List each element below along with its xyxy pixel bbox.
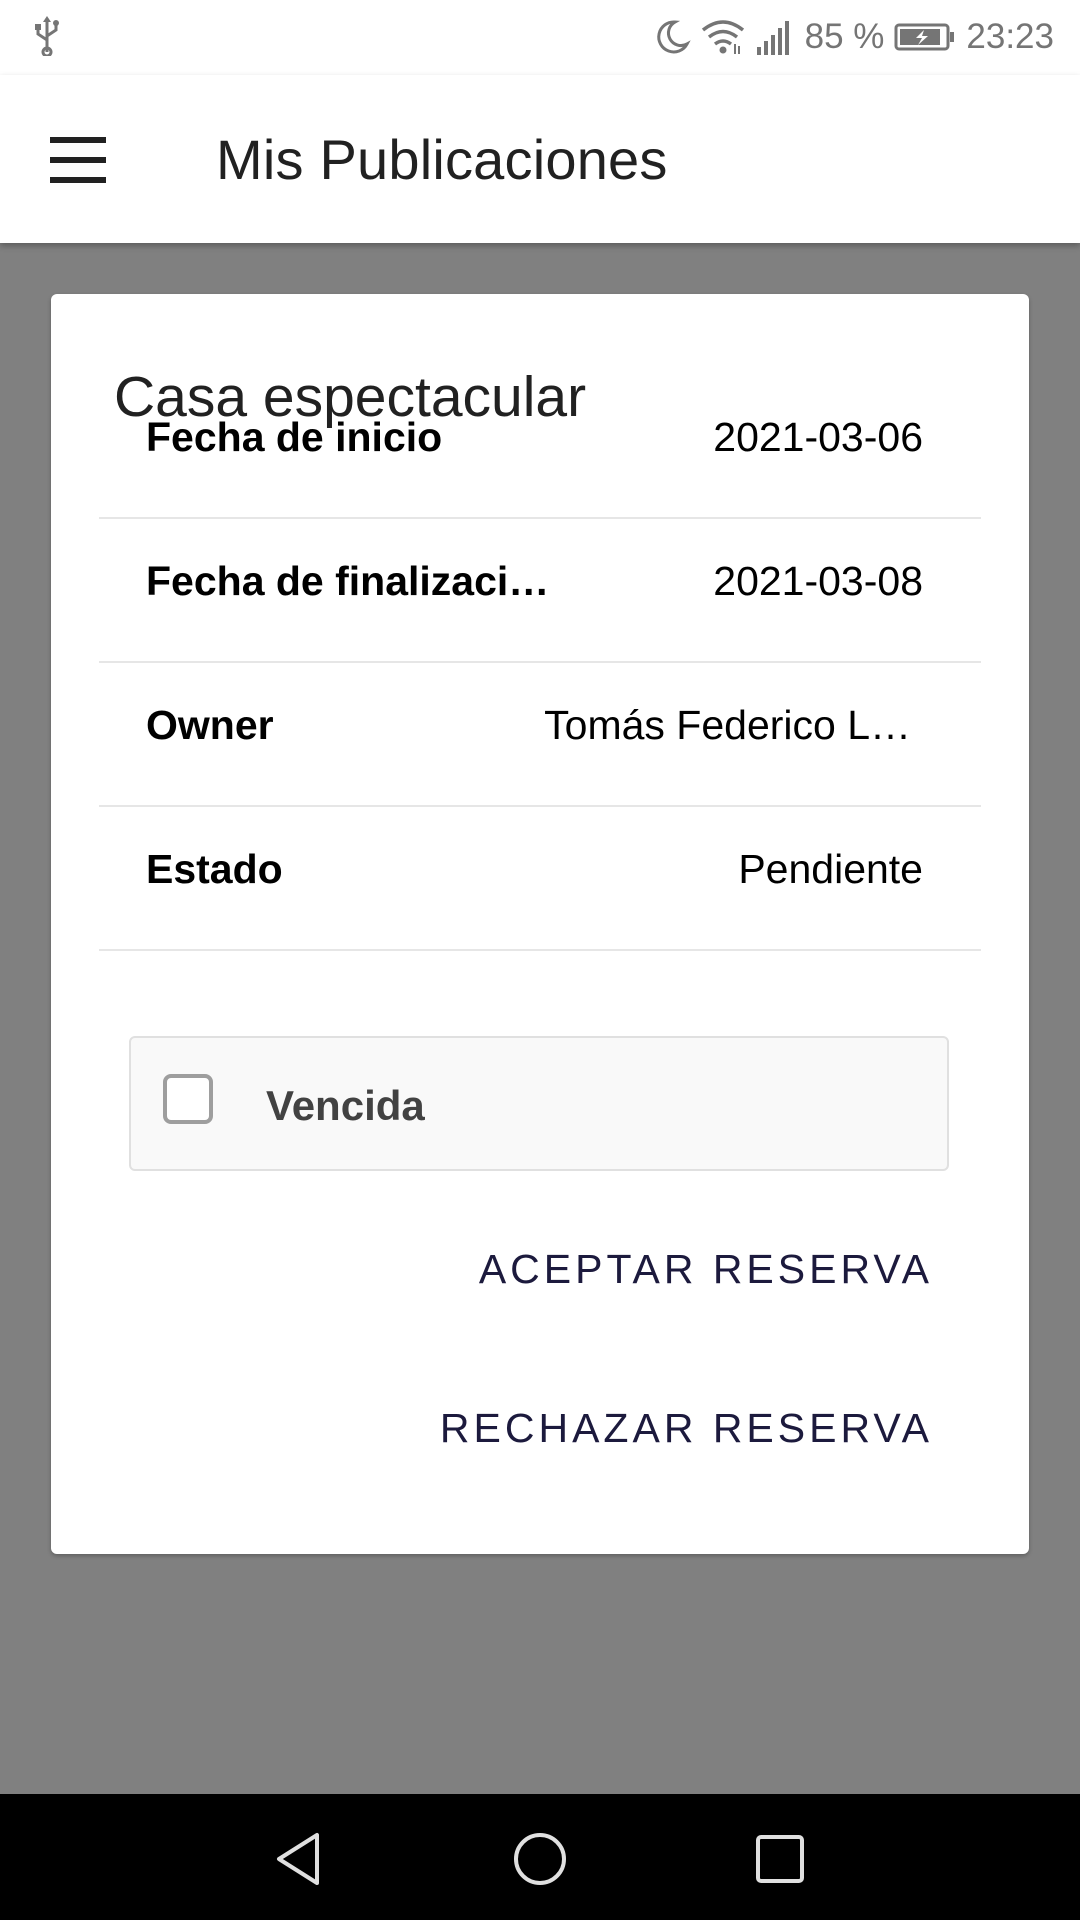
recents-button[interactable] [745,1824,815,1894]
app-bar: Mis Publicaciones [0,75,1080,243]
status-bar: 85 % 23:23 [0,0,1080,75]
menu-button[interactable] [40,125,115,195]
detail-row-start-date: Fecha de inicio 2021-03-06 [99,374,981,519]
moon-icon [656,20,691,54]
battery-icon [894,23,955,51]
detail-label: Estado [146,846,283,892]
recents-icon [756,1835,804,1883]
detail-row-status: Estado Pendiente [99,806,981,951]
navigation-bar [0,1794,1080,1920]
detail-value: Tomás Federico L… [544,702,911,748]
back-icon [277,1833,319,1885]
reservation-card: Casa espectacular Fecha de inicio 2021-0… [51,294,1029,1554]
detail-value: Pendiente [738,846,923,892]
signal-icon [756,21,789,55]
detail-row-end-date: Fecha de finalizaci… 2021-03-08 [99,518,981,663]
detail-label: Owner [146,702,274,748]
detail-label: Fecha de inicio [146,414,443,460]
usb-icon [35,16,59,56]
expired-checkbox-field[interactable]: Vencida [129,1036,949,1171]
page-title: Mis Publicaciones [216,128,668,191]
detail-value: 2021-03-06 [713,414,923,460]
detail-row-owner: Owner Tomás Federico L… [99,662,981,807]
checkbox-label: Vencida [266,1082,425,1129]
detail-label: Fecha de finalizaci… [146,558,550,604]
wifi-icon [701,20,744,54]
accept-reservation-button[interactable]: ACEPTAR RESERVA [479,1246,933,1293]
reject-reservation-button[interactable]: RECHAZAR RESERVA [440,1405,933,1452]
battery-percent: 85 % [804,17,885,56]
clock: 23:23 [966,17,1054,56]
back-button[interactable] [264,1824,334,1894]
detail-value: 2021-03-08 [713,558,923,604]
home-icon [514,1833,566,1885]
home-button[interactable] [505,1824,575,1894]
expired-checkbox[interactable] [163,1074,213,1124]
